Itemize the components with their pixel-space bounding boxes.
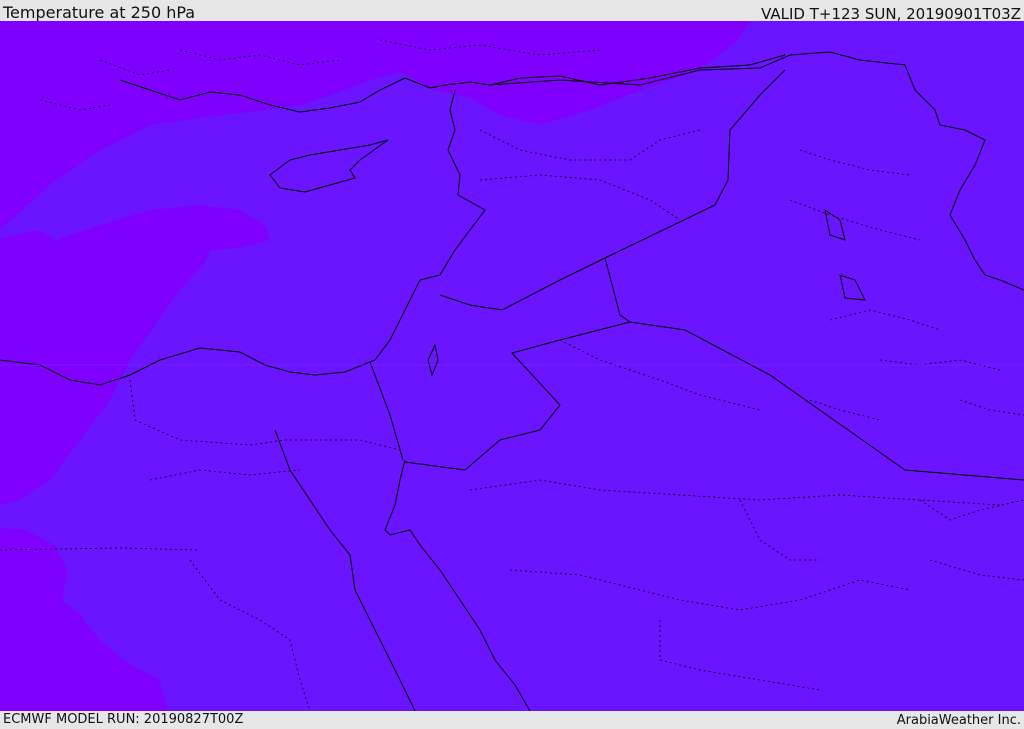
model-run: ECMWF MODEL RUN: 20190827T00Z xyxy=(3,712,244,727)
weather-map[interactable] xyxy=(0,21,1024,711)
header-bar: Temperature at 250 hPa VALID T+123 SUN, … xyxy=(0,0,1024,23)
map-title: Temperature at 250 hPa xyxy=(3,3,196,22)
credit-label: ArabiaWeather Inc. xyxy=(896,713,1021,728)
footer-bar: ECMWF MODEL RUN: 20190827T00Z ArabiaWeat… xyxy=(0,711,1024,729)
cooler-band-field xyxy=(0,21,1024,711)
